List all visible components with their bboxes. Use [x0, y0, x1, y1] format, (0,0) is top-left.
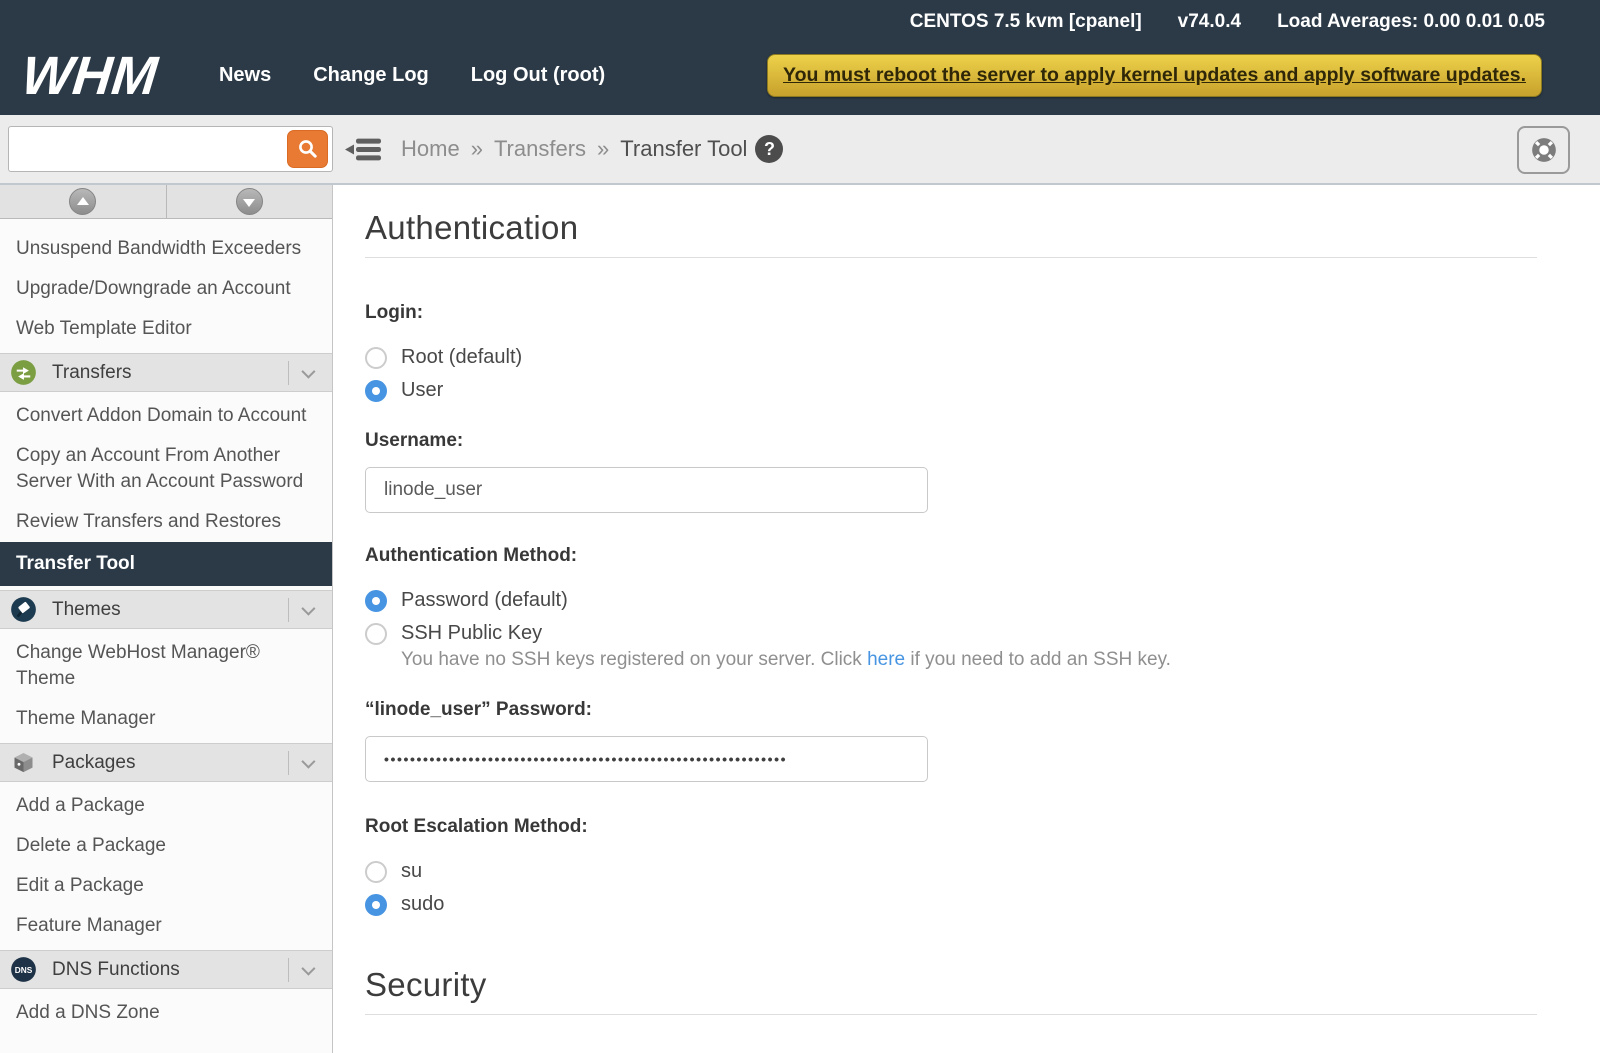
- sidebar-scroll-controls: [0, 185, 332, 219]
- chevron-down-icon: [301, 601, 315, 615]
- sidebar-section-label: Transfers: [52, 362, 132, 384]
- radio-selected-icon: [365, 894, 387, 916]
- sidebar-section-packages[interactable]: Packages: [0, 743, 332, 782]
- sidebar-search-box: [8, 126, 333, 172]
- auth-method-radio-group: Password (default) SSH Public Key You ha…: [365, 589, 1537, 671]
- breadcrumb-transfers[interactable]: Transfers: [494, 136, 586, 162]
- auth-option-password[interactable]: Password (default): [365, 589, 1537, 612]
- breadcrumb-current-page: Transfer Tool: [620, 136, 747, 162]
- radio-unselected-icon: [365, 347, 387, 369]
- collapse-sidebar-button[interactable]: [345, 136, 383, 163]
- root-escalation-label: Root Escalation Method:: [365, 816, 1537, 838]
- sidebar-scroll-up-button[interactable]: [0, 185, 166, 218]
- main-nav: WHM News Change Log Log Out (root) You m…: [0, 40, 1600, 111]
- sidebar-item-convert-addon-domain[interactable]: Convert Addon Domain to Account: [0, 396, 332, 436]
- chevron-down-icon: [301, 754, 315, 768]
- sidebar-section-label: Themes: [52, 599, 121, 621]
- section-divider: [365, 257, 1537, 258]
- auth-method-label: Authentication Method:: [365, 545, 1537, 567]
- sidebar-section-transfers[interactable]: Transfers: [0, 353, 332, 392]
- breadcrumb-separator: »: [597, 136, 609, 162]
- auth-option-ssh-key[interactable]: SSH Public Key: [365, 622, 1537, 645]
- login-option-root[interactable]: Root (default): [365, 346, 1537, 369]
- radio-unselected-icon: [365, 623, 387, 645]
- escalation-option-sudo[interactable]: sudo: [365, 893, 1537, 916]
- sidebar-section-dns-functions[interactable]: DNS DNS Functions: [0, 950, 332, 989]
- password-input[interactable]: [365, 736, 928, 782]
- load-averages: Load Averages: 0.00 0.01 0.05: [1277, 11, 1545, 33]
- top-header: CENTOS 7.5 kvm [cpanel] v74.0.4 Load Ave…: [0, 0, 1600, 115]
- sidebar-item-upgrade-downgrade-account[interactable]: Upgrade/Downgrade an Account: [0, 269, 332, 309]
- sidebar-item-copy-account-password[interactable]: Copy an Account From Another Server With…: [0, 436, 332, 502]
- nav-log-out[interactable]: Log Out (root): [471, 64, 605, 87]
- breadcrumb: Home » Transfers » Transfer Tool: [401, 136, 747, 162]
- escalation-option-su[interactable]: su: [365, 860, 1537, 883]
- whm-app: CENTOS 7.5 kvm [cpanel] v74.0.4 Load Ave…: [0, 0, 1600, 1053]
- search-button[interactable]: [287, 130, 328, 168]
- sidebar-section-label: Packages: [52, 752, 135, 774]
- whm-version: v74.0.4: [1178, 11, 1241, 33]
- login-option-user[interactable]: User: [365, 379, 1537, 402]
- nav-news[interactable]: News: [219, 64, 271, 87]
- radio-selected-icon: [365, 380, 387, 402]
- nav-change-log[interactable]: Change Log: [313, 64, 429, 87]
- sidebar-item-delete-package[interactable]: Delete a Package: [0, 826, 332, 866]
- page-title: Authentication: [365, 209, 1537, 247]
- radio-unselected-icon: [365, 861, 387, 883]
- radio-selected-icon: [365, 590, 387, 612]
- breadcrumb-toolbar: Home » Transfers » Transfer Tool ?: [0, 115, 1600, 185]
- sidebar-item-unsuspend-bandwidth-exceeders[interactable]: Unsuspend Bandwidth Exceeders: [0, 229, 332, 269]
- server-os: CENTOS 7.5 kvm [cpanel]: [910, 11, 1142, 33]
- chevron-down-icon: [301, 364, 315, 378]
- sidebar-item-add-dns-zone[interactable]: Add a DNS Zone: [0, 993, 332, 1033]
- ssh-key-note: You have no SSH keys registered on your …: [401, 649, 1537, 671]
- username-label: Username:: [365, 430, 1537, 452]
- add-ssh-key-link[interactable]: here: [867, 649, 905, 670]
- chevron-down-icon: [301, 961, 315, 975]
- password-label: “linode_user” Password:: [365, 699, 1537, 721]
- help-icon[interactable]: ?: [755, 135, 783, 163]
- server-info-strip: CENTOS 7.5 kvm [cpanel] v74.0.4 Load Ave…: [910, 0, 1545, 44]
- dns-icon: DNS: [10, 956, 37, 983]
- sidebar: Unsuspend Bandwidth Exceeders Upgrade/Do…: [0, 185, 333, 1053]
- breadcrumb-home[interactable]: Home: [401, 136, 460, 162]
- username-input[interactable]: [365, 467, 928, 513]
- section-divider: [365, 1014, 1537, 1015]
- arrow-up-icon: [69, 188, 96, 215]
- sidebar-item-review-transfers-restores[interactable]: Review Transfers and Restores: [0, 502, 332, 542]
- search-icon: [297, 138, 319, 160]
- root-escalation-radio-group: su sudo: [365, 860, 1537, 916]
- breadcrumb-separator: »: [471, 136, 483, 162]
- transfers-icon: [10, 359, 37, 386]
- life-ring-icon: [1530, 136, 1558, 164]
- sidebar-menu: Unsuspend Bandwidth Exceeders Upgrade/Do…: [0, 219, 332, 1033]
- login-radio-group: Root (default) User: [365, 346, 1537, 402]
- main-content: Authentication Login: Root (default) Use…: [333, 185, 1600, 1053]
- reboot-alert-banner[interactable]: You must reboot the server to apply kern…: [767, 54, 1542, 97]
- sidebar-section-themes[interactable]: Themes: [0, 590, 332, 629]
- search-input[interactable]: [9, 127, 332, 171]
- security-section-title: Security: [365, 966, 1537, 1004]
- sidebar-item-change-whm-theme[interactable]: Change WebHost Manager® Theme: [0, 633, 332, 699]
- sidebar-item-edit-package[interactable]: Edit a Package: [0, 866, 332, 906]
- sidebar-item-transfer-tool[interactable]: Transfer Tool: [0, 542, 332, 586]
- collapse-sidebar-icon: [345, 136, 383, 163]
- sidebar-item-web-template-editor[interactable]: Web Template Editor: [0, 309, 332, 349]
- themes-icon: [10, 596, 37, 623]
- login-label: Login:: [365, 302, 1537, 324]
- whm-logo[interactable]: WHM: [19, 49, 160, 103]
- sidebar-scroll-down-button[interactable]: [166, 185, 333, 218]
- sidebar-section-label: DNS Functions: [52, 959, 180, 981]
- sidebar-item-theme-manager[interactable]: Theme Manager: [0, 699, 332, 739]
- arrow-down-icon: [236, 188, 263, 215]
- sidebar-item-feature-manager[interactable]: Feature Manager: [0, 906, 332, 946]
- svg-text:DNS: DNS: [15, 965, 33, 975]
- sidebar-item-add-package[interactable]: Add a Package: [0, 786, 332, 826]
- support-button[interactable]: [1517, 126, 1570, 174]
- packages-icon: [10, 749, 37, 776]
